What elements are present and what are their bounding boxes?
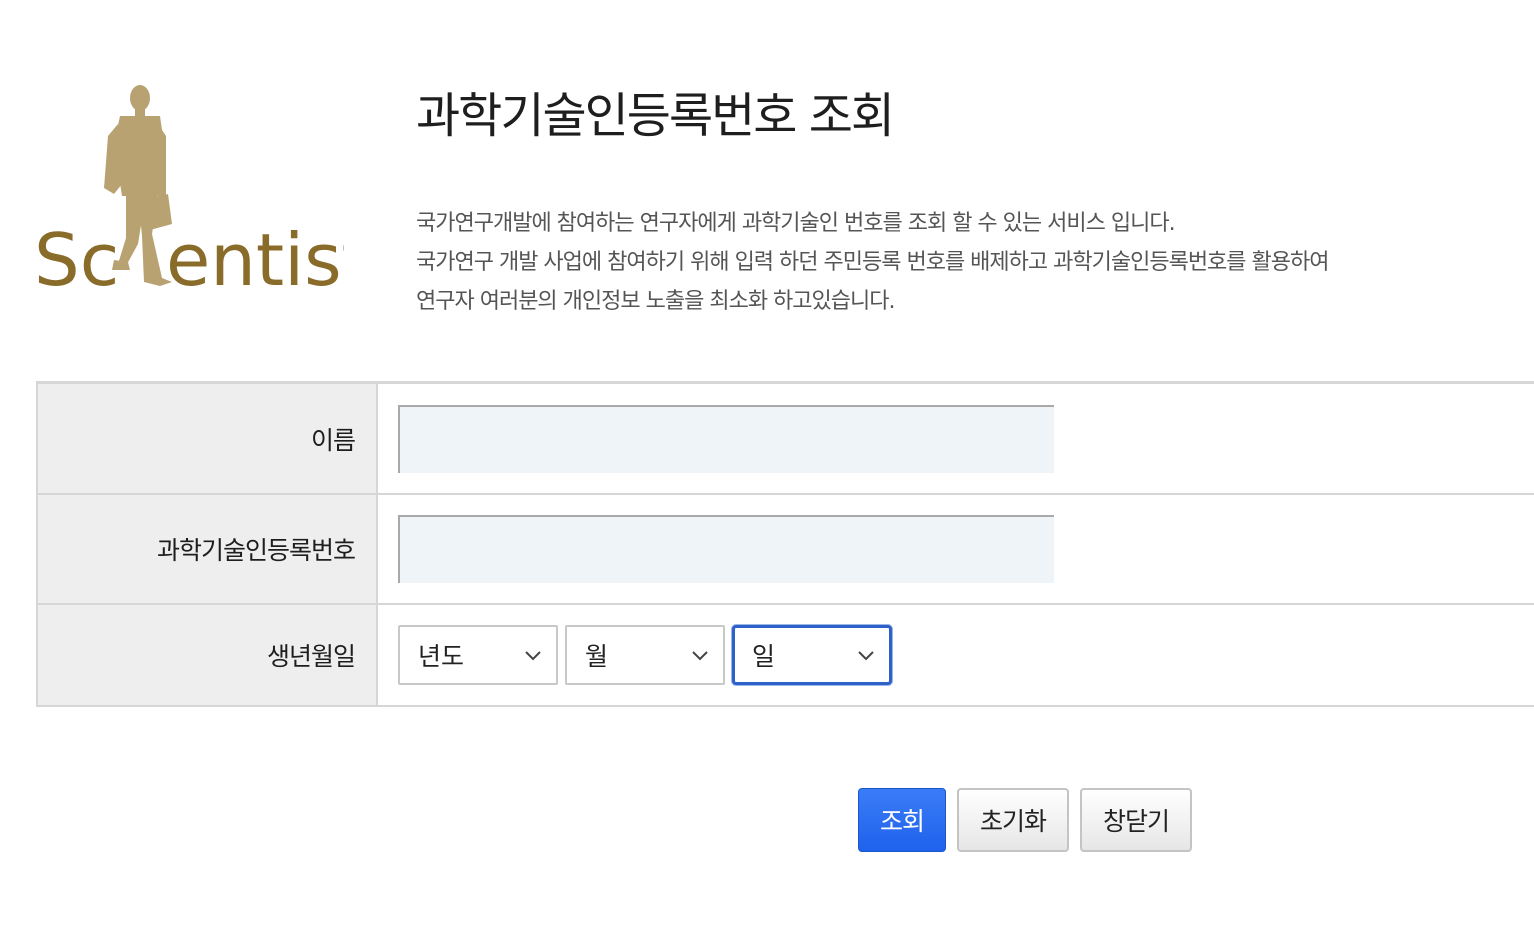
description-line-2: 국가연구 개발 사업에 참여하기 위해 입력 하던 주민등록 번호를 배제하고 … — [416, 250, 1330, 275]
reg-number-label: 과학기술인등록번호 — [36, 495, 378, 603]
form-row-birthdate: 생년월일 년도 월 일 — [36, 605, 1534, 707]
description-line-3: 연구자 여러분의 개인정보 노출을 최소화 하고있습니다. — [416, 289, 895, 314]
page: Sc entist 과학기술인등록번호 조회 국가연구개발에 참여하는 연구자에… — [0, 0, 1534, 928]
lookup-form: 이름 과학기술인등록번호 생년월일 년도 월 일 — [36, 381, 1534, 707]
birth-year-value: 년도 — [418, 642, 465, 671]
scientist-logo-graphic: Sc entist — [34, 85, 344, 294]
reg-number-input[interactable] — [398, 515, 1054, 583]
birth-day-select[interactable]: 일 — [732, 625, 892, 685]
form-row-name: 이름 — [36, 384, 1534, 495]
name-value-cell — [378, 384, 1534, 493]
name-input[interactable] — [398, 404, 1054, 473]
logo-text-entist: entist — [166, 218, 344, 294]
chevron-down-icon — [692, 651, 708, 661]
reset-button[interactable]: 초기화 — [957, 788, 1069, 852]
name-label: 이름 — [36, 384, 378, 493]
form-row-reg-number: 과학기술인등록번호 — [36, 495, 1534, 605]
page-title: 과학기술인등록번호 조회 — [416, 88, 895, 144]
birth-year-select[interactable]: 년도 — [398, 625, 558, 685]
description-line-1: 국가연구개발에 참여하는 연구자에게 과학기술인 번호를 조회 할 수 있는 서… — [416, 211, 1176, 236]
birth-month-select[interactable]: 월 — [565, 625, 725, 685]
chevron-down-icon — [858, 651, 874, 661]
close-window-button[interactable]: 창닫기 — [1080, 788, 1192, 852]
logo-text-sc: Sc — [34, 218, 119, 294]
reg-number-value-cell — [378, 495, 1534, 603]
birthdate-label: 생년월일 — [36, 605, 378, 705]
birthdate-value-cell: 년도 월 일 — [378, 605, 1534, 705]
service-description: 국가연구개발에 참여하는 연구자에게 과학기술인 번호를 조회 할 수 있는 서… — [416, 204, 1516, 321]
scientist-logo: Sc entist — [34, 84, 344, 294]
chevron-down-icon — [525, 651, 541, 661]
search-button[interactable]: 조회 — [858, 788, 946, 852]
birth-month-value: 월 — [585, 642, 609, 671]
birth-day-value: 일 — [752, 642, 776, 671]
